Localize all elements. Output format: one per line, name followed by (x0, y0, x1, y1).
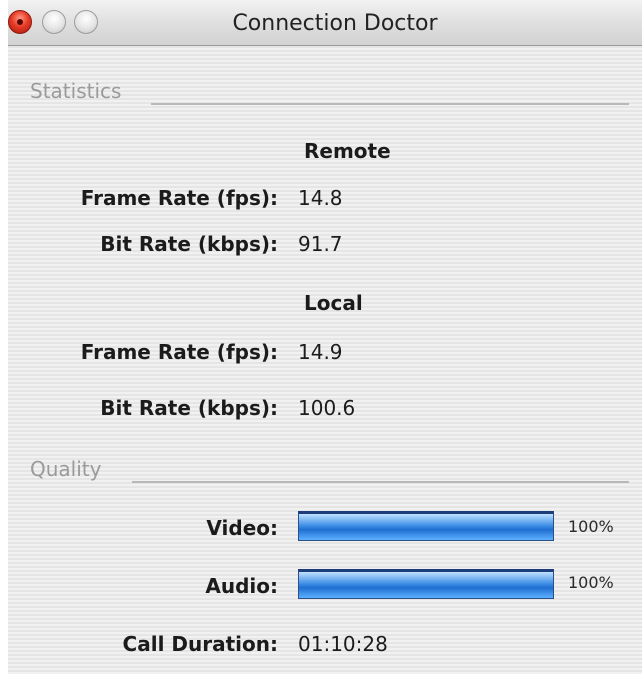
local-frame-rate-value: 14.9 (298, 340, 343, 364)
remote-heading: Remote (304, 139, 391, 163)
quality-divider (132, 481, 629, 483)
local-bit-rate-label: Bit Rate (kbps): (100, 396, 278, 420)
video-quality-label: Video: (206, 516, 278, 540)
audio-quality-label: Audio: (205, 574, 278, 598)
quality-section-label: Quality (30, 457, 102, 481)
statistics-divider (151, 103, 629, 105)
video-quality-percent: 100% (568, 517, 614, 536)
remote-frame-rate-value: 14.8 (298, 186, 343, 210)
window-title: Connection Doctor (232, 11, 438, 36)
video-quality-meter (298, 511, 554, 541)
audio-quality-meter-fill (299, 572, 553, 598)
audio-quality-meter (298, 569, 554, 599)
remote-bit-rate-label: Bit Rate (kbps): (100, 232, 278, 256)
video-quality-meter-fill (299, 514, 553, 540)
remote-bit-rate-value: 91.7 (298, 232, 343, 256)
local-bit-rate-value: 100.6 (298, 396, 356, 420)
call-duration-label: Call Duration: (122, 632, 278, 656)
connection-doctor-window: Connection Doctor Statistics Remote Fram… (8, 0, 642, 674)
remote-frame-rate-label: Frame Rate (fps): (80, 186, 278, 210)
statistics-section-label: Statistics (30, 79, 122, 103)
audio-quality-percent: 100% (568, 573, 614, 592)
local-frame-rate-label: Frame Rate (fps): (80, 340, 278, 364)
local-heading: Local (304, 291, 363, 315)
title-bar[interactable]: Connection Doctor (8, 0, 642, 46)
call-duration-value: 01:10:28 (298, 632, 388, 656)
